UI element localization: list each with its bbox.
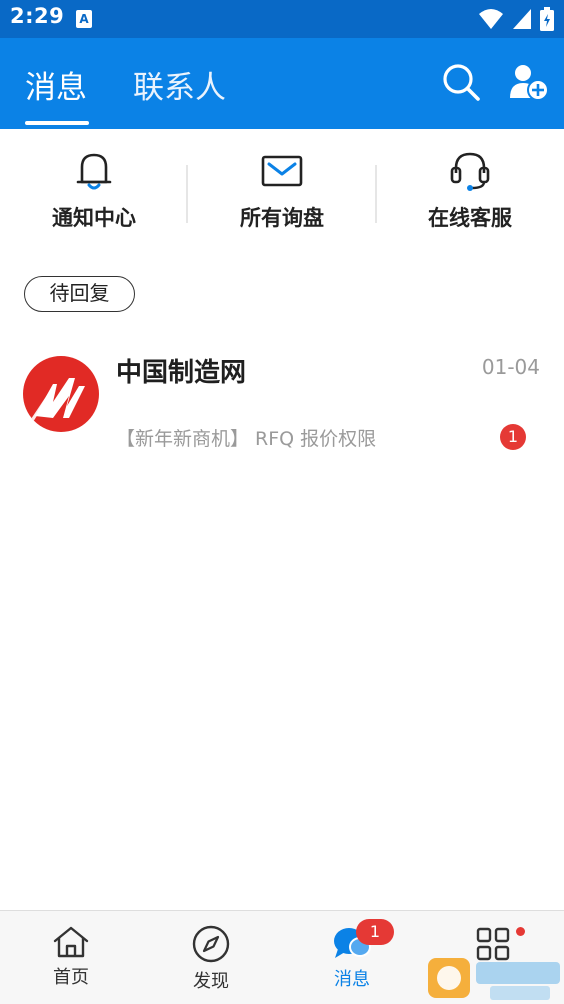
- all-inquiries-button[interactable]: 所有询盘: [188, 149, 376, 239]
- nav-discover[interactable]: 发现: [161, 925, 261, 993]
- search-icon[interactable]: [441, 62, 481, 102]
- wifi-icon: [479, 9, 503, 29]
- notification-center-button[interactable]: 通知中心: [0, 149, 188, 239]
- headset-icon: [450, 152, 490, 191]
- compass-icon: [192, 925, 230, 963]
- apps-notification-dot: [516, 927, 525, 936]
- notification-badge: A: [76, 10, 92, 28]
- add-contact-icon[interactable]: [508, 62, 548, 102]
- all-inquiries-label: 所有询盘: [240, 206, 324, 230]
- bell-icon: [76, 153, 112, 190]
- site-watermark: [428, 958, 560, 1000]
- online-service-button[interactable]: 在线客服: [376, 149, 564, 239]
- active-tab-indicator: [25, 121, 89, 125]
- conversation-name: 中国制造网: [116, 358, 247, 388]
- nav-home[interactable]: 首页: [21, 925, 121, 989]
- conversation-item[interactable]: 中国制造网 01-04 【新年新商机】 RFQ 报价权限 1: [0, 340, 564, 460]
- battery-icon: [540, 7, 554, 31]
- signal-icon: [513, 9, 531, 29]
- conversation-preview: 【新年新商机】 RFQ 报价权限: [116, 428, 377, 450]
- divider: [186, 165, 188, 223]
- conversation-date: 01-04: [481, 355, 540, 379]
- nav-discover-label: 发现: [193, 971, 229, 992]
- home-icon: [53, 926, 89, 958]
- quick-actions: 通知中心 所有询盘 在线客服: [0, 129, 564, 249]
- online-service-label: 在线客服: [428, 206, 512, 230]
- nav-messages-label: 消息: [334, 969, 370, 990]
- pending-reply-filter[interactable]: 待回复: [24, 276, 135, 312]
- status-time: 2:29: [10, 4, 65, 28]
- nav-messages-badge: 1: [356, 919, 394, 945]
- divider: [375, 165, 377, 223]
- app-header: 消息 联系人: [0, 38, 564, 129]
- nav-home-label: 首页: [53, 967, 89, 988]
- unread-badge: 1: [500, 424, 526, 450]
- made-in-china-logo: [23, 356, 99, 432]
- notification-center-label: 通知中心: [52, 206, 136, 230]
- status-bar: 2:29 A: [0, 0, 564, 38]
- envelope-icon: [261, 155, 303, 187]
- tab-contacts[interactable]: 联系人: [133, 62, 226, 107]
- tab-messages[interactable]: 消息: [25, 62, 87, 107]
- status-icons: [478, 7, 554, 31]
